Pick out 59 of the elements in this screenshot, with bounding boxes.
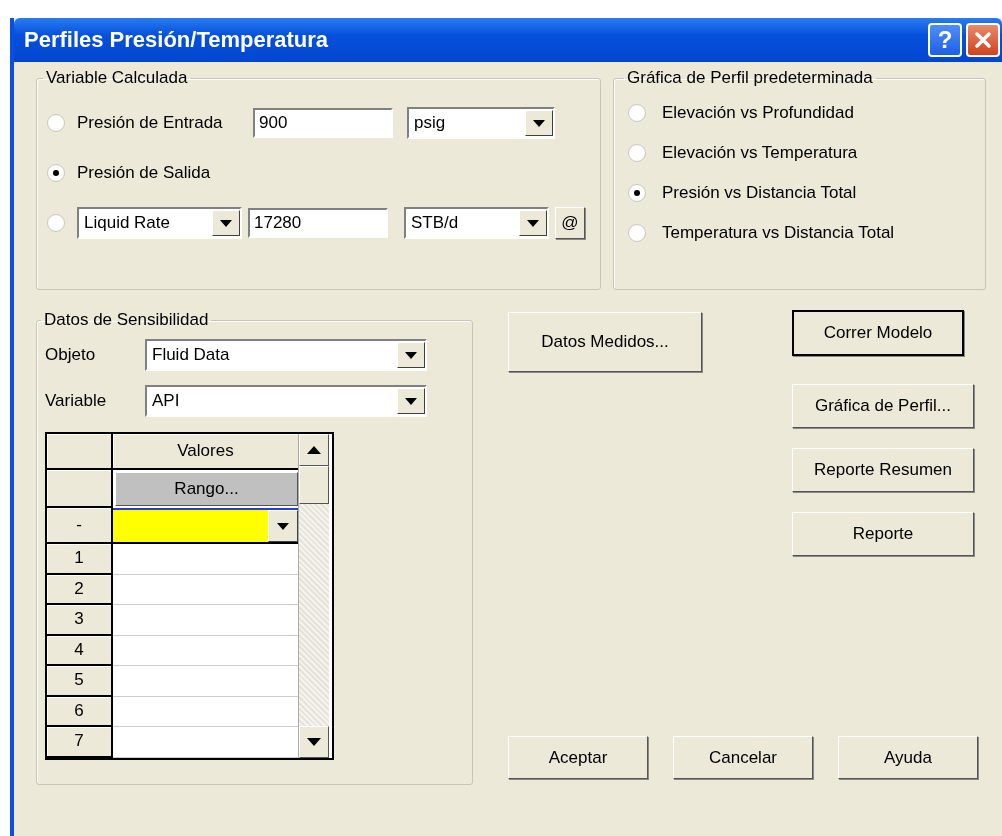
group-title: Variable Calculada (45, 68, 189, 88)
group-title: Datos de Sensibilidad (43, 310, 210, 330)
dropdown[interactable]: API (145, 385, 427, 417)
radio-button[interactable] (628, 144, 646, 162)
option-label: Temperatura vs Distancia Total (662, 223, 895, 243)
help-button[interactable]: ? (928, 23, 962, 57)
radio-button[interactable] (628, 224, 646, 242)
scroll-down-icon[interactable] (307, 737, 321, 746)
row-header: 5 (47, 666, 113, 697)
row-header: - (47, 508, 113, 544)
dialog-button[interactable]: Cancelar (673, 736, 813, 779)
unit-dropdown[interactable]: psig (407, 107, 555, 139)
row-header: 4 (47, 635, 113, 666)
scrollbar[interactable] (298, 434, 329, 758)
scroll-thumb[interactable] (299, 466, 329, 504)
option-label: Presión de Entrada (77, 113, 224, 133)
action-button[interactable]: Correr Modelo (792, 310, 964, 356)
radio-button[interactable] (47, 214, 65, 232)
row-header: 1 (47, 544, 113, 575)
dialog-button[interactable]: Aceptar (508, 736, 648, 779)
radio-button[interactable] (628, 184, 646, 202)
option-label: Elevación vs Profundidad (662, 103, 854, 123)
dropdown-arrow-icon (527, 219, 539, 227)
unit-dropdown[interactable]: STB/d (404, 207, 549, 239)
column-header: Valores (113, 434, 298, 470)
option-label: Presión de Salida (77, 163, 211, 183)
value-field[interactable]: 17280 (248, 208, 388, 238)
at-button[interactable]: @ (555, 207, 585, 239)
dropdown-arrow-icon (405, 351, 417, 359)
option-label: Elevación vs Temperatura (662, 143, 858, 163)
measured-data-button[interactable]: Datos Medidos... (508, 312, 702, 372)
dropdown-arrow-icon (405, 397, 417, 405)
dropdown[interactable]: Fluid Data (145, 339, 427, 371)
range-button[interactable]: Rango... (115, 472, 298, 506)
radio-button[interactable] (47, 164, 65, 182)
action-button[interactable]: Reporte (792, 512, 974, 556)
scroll-up-icon[interactable] (307, 446, 321, 454)
action-button[interactable]: Gráfica de Perfil... (792, 384, 974, 428)
dialog-button[interactable]: Ayuda (838, 736, 978, 779)
dropdown-arrow-icon (533, 119, 545, 127)
radio-button[interactable] (628, 104, 646, 122)
field-label: Variable (45, 391, 108, 411)
row-header: 7 (47, 727, 113, 758)
dropdown-arrow-icon (220, 219, 232, 227)
window-title: Perfiles Presión/Temperatura (24, 27, 330, 53)
row-header: 3 (47, 605, 113, 636)
rate-dropdown[interactable]: Liquid Rate (77, 207, 242, 239)
dropdown-arrow-icon (277, 522, 289, 530)
action-button[interactable]: Reporte Resumen (792, 448, 974, 492)
value-field[interactable]: 900 (253, 108, 393, 138)
option-label: Presión vs Distancia Total (662, 183, 857, 203)
close-button[interactable] (966, 23, 1000, 57)
edit-cell[interactable] (113, 508, 298, 544)
group-title: Gráfica de Perfil predeterminada (626, 68, 874, 88)
close-icon (972, 29, 994, 51)
field-label: Objeto (45, 345, 97, 365)
radio-button[interactable] (47, 114, 65, 132)
row-header: 2 (47, 574, 113, 605)
row-header: 6 (47, 696, 113, 727)
